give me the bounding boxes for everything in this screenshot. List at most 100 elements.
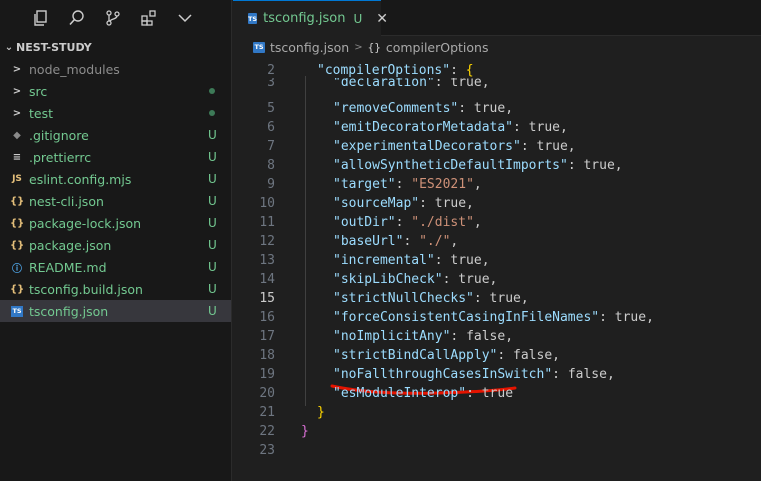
code-token: "sourceMap" xyxy=(333,196,420,211)
code-line: 21} xyxy=(233,403,761,422)
file-tree-item[interactable]: JS eslint.config.mjs U xyxy=(0,168,231,190)
code-token: true, xyxy=(434,196,474,211)
code-token: true, xyxy=(450,253,490,268)
file-tree-item[interactable]: {} tsconfig.build.json U xyxy=(0,278,231,300)
tab-bar: TS tsconfig.json U ✕ xyxy=(233,0,761,36)
files-icon[interactable] xyxy=(30,7,52,29)
file-tree-item[interactable]: > node_modules xyxy=(0,58,231,80)
code-token: "incremental" xyxy=(333,253,435,268)
code-text: "strictBindCallApply": false, xyxy=(333,346,560,365)
code-line: 22} xyxy=(233,422,761,441)
code-token: , xyxy=(450,234,459,249)
code-token: false, xyxy=(513,348,560,363)
file-tree-item-label: package.json xyxy=(29,237,112,253)
code-editor[interactable]: 2 "compilerOptions": {3 "declaration": tru… xyxy=(233,58,761,481)
code-token: } xyxy=(317,405,325,420)
file-tree-item[interactable]: > src xyxy=(0,80,231,102)
code-token: "./" xyxy=(419,234,451,249)
source-control-icon[interactable] xyxy=(102,7,124,29)
chevron-right-icon: > xyxy=(12,63,22,75)
code-line: 16 "forceConsistentCasingInFileNames": tr… xyxy=(233,308,761,327)
file-tree-item[interactable]: ⓘ README.md U xyxy=(0,256,231,278)
line-number: 17 xyxy=(259,329,275,344)
code-text: "removeComments": true, xyxy=(333,99,513,118)
chevron-right-icon: > xyxy=(12,85,22,97)
code-line: 17 "noImplicitAny": false, xyxy=(233,327,761,346)
file-tree-item[interactable]: ≡ .prettierrc U xyxy=(0,146,231,168)
file-tree-item[interactable]: ◆ .gitignore U xyxy=(0,124,231,146)
line-number: 8 xyxy=(267,158,275,173)
code-text: "experimentalDecorators": true, xyxy=(333,137,576,156)
code-line: 7 "experimentalDecorators": true, xyxy=(233,137,761,156)
code-token: "esModuleInterop" xyxy=(333,386,467,401)
tab-tsconfig-json[interactable]: TS tsconfig.json U ✕ xyxy=(233,0,388,36)
code-line: 20 "esModuleInterop": true xyxy=(233,384,761,403)
breadcrumb-file[interactable]: tsconfig.json xyxy=(270,40,349,55)
code-text: "skipLibCheck": true, xyxy=(333,270,497,289)
code-token: true, xyxy=(528,120,568,135)
code-text: "baseUrl": "./", xyxy=(333,232,458,251)
chevron-down-icon[interactable] xyxy=(174,7,196,29)
line-number: 23 xyxy=(259,443,275,458)
code-line: 6 "emitDecoratorMetadata": true, xyxy=(233,118,761,137)
line-number: 18 xyxy=(259,348,275,363)
line-number: 16 xyxy=(259,310,275,325)
code-text: "noFallthroughCasesInSwitch": false, xyxy=(333,365,615,384)
code-token: true, xyxy=(473,101,514,116)
git-modified-dot xyxy=(209,88,215,94)
git-status-badge: U xyxy=(208,304,217,318)
extensions-icon[interactable] xyxy=(138,7,160,29)
code-token: : xyxy=(513,120,529,135)
code-token: : xyxy=(458,101,474,116)
code-line: 11 "outDir": "./dist", xyxy=(233,213,761,232)
file-type-icon: ≡ xyxy=(12,151,22,163)
code-token: : xyxy=(599,310,615,325)
code-token: } xyxy=(301,424,309,439)
line-number: 14 xyxy=(259,272,275,287)
code-line: 12 "baseUrl": "./", xyxy=(233,232,761,251)
code-token: : xyxy=(450,63,466,78)
file-tree-item-label: .prettierrc xyxy=(29,149,92,165)
line-number: 21 xyxy=(259,405,275,420)
code-token: true, xyxy=(583,158,623,173)
tab-label: tsconfig.json xyxy=(263,11,346,26)
code-token: "baseUrl" xyxy=(333,234,404,249)
git-status-badge: U xyxy=(208,260,217,274)
code-text: "outDir": "./dist", xyxy=(333,213,482,232)
line-number: 12 xyxy=(259,234,275,249)
code-text: "esModuleInterop": true xyxy=(333,384,513,403)
code-token: true xyxy=(481,386,514,401)
breadcrumb: TS tsconfig.json > {} compilerOptions xyxy=(233,36,761,58)
file-tree-item[interactable]: > test xyxy=(0,102,231,124)
file-type-icon: {} xyxy=(10,283,25,295)
line-number: 22 xyxy=(259,424,275,439)
code-token: : xyxy=(497,348,514,363)
close-icon[interactable]: ✕ xyxy=(376,11,388,27)
code-line: 5 "removeComments": true, xyxy=(233,99,761,118)
line-number: 19 xyxy=(259,367,275,382)
file-tree-item-label: .gitignore xyxy=(29,127,89,143)
code-token: : xyxy=(567,158,584,173)
file-tree-item[interactable]: {} package.json U xyxy=(0,234,231,256)
file-type-icon: ◆ xyxy=(13,129,21,141)
git-status-badge: U xyxy=(208,194,217,208)
search-icon[interactable] xyxy=(66,7,88,29)
code-token: "experimentalDecorators" xyxy=(333,139,521,154)
code-line: 14 "skipLibCheck": true, xyxy=(233,270,761,289)
file-tree-item[interactable]: {} package-lock.json U xyxy=(0,212,231,234)
file-tree-item[interactable]: TS tsconfig.json U xyxy=(0,300,231,322)
line-number: 2 xyxy=(267,63,275,78)
code-text: "forceConsistentCasingInFileNames": true… xyxy=(333,308,654,327)
file-type-icon: {} xyxy=(10,239,25,251)
code-text: } xyxy=(317,403,325,422)
code-token: { xyxy=(465,63,474,78)
project-folder-header[interactable]: ⌄ NEST-STUDY xyxy=(0,36,231,58)
code-line: 9 "target": "ES2021", xyxy=(233,175,761,194)
tab-git-status: U xyxy=(353,11,363,26)
code-token: "removeComments" xyxy=(333,101,459,116)
code-token: true, xyxy=(614,310,654,325)
file-tree-item-label: package-lock.json xyxy=(29,215,142,231)
breadcrumb-symbol[interactable]: compilerOptions xyxy=(386,40,489,55)
file-tree-item-label: eslint.config.mjs xyxy=(29,171,132,187)
file-tree-item[interactable]: {} nest-cli.json U xyxy=(0,190,231,212)
